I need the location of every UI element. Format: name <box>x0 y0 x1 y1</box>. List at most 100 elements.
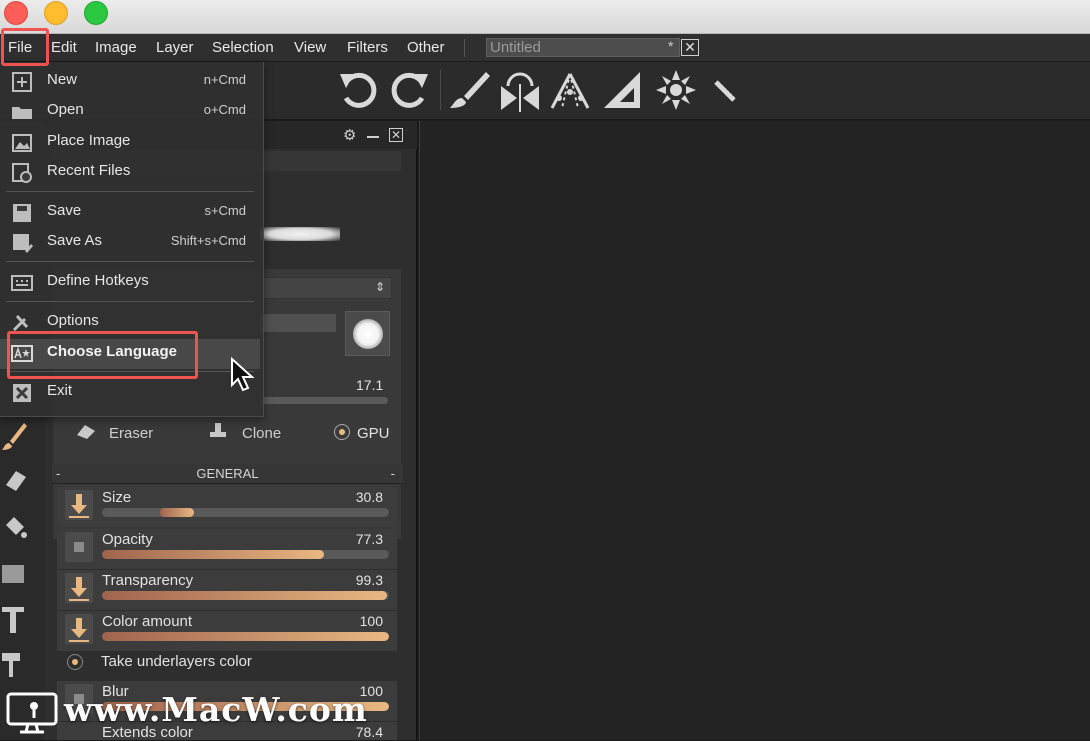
transparency-track[interactable] <box>102 591 389 600</box>
opacity-track[interactable] <box>102 550 389 559</box>
watermark: www.MacW.com <box>0 684 420 740</box>
color-amount-slider-row[interactable]: Color amount 100 <box>57 611 397 651</box>
menu-edit[interactable]: Edit <box>51 39 77 56</box>
opacity-value: 77.3 <box>355 531 383 547</box>
panel-settings-icon[interactable]: ⚙ <box>343 126 356 144</box>
eraser-tool-icon[interactable] <box>2 467 28 493</box>
roller-tool-icon[interactable] <box>0 651 26 679</box>
menu-item-label: Place Image <box>47 132 131 149</box>
canvas-area[interactable] <box>419 121 1090 740</box>
brush-stroke-preview <box>260 227 340 241</box>
general-header-label: GENERAL <box>196 466 259 481</box>
gpu-radio[interactable] <box>334 424 350 440</box>
menu-separator <box>6 261 254 262</box>
file-menu-highlight <box>1 28 49 66</box>
folder-icon <box>12 107 32 119</box>
menu-item-save[interactable]: Save s+Cmd <box>0 198 260 228</box>
size-track[interactable] <box>102 508 389 517</box>
choose-language-highlight <box>7 331 198 379</box>
menu-item-label: Exit <box>47 382 73 399</box>
kaleidoscope-icon[interactable] <box>654 68 698 112</box>
menu-view[interactable]: View <box>294 39 326 56</box>
menu-item-open[interactable]: Open o+Cmd <box>0 97 260 127</box>
eraser-icon <box>77 425 95 439</box>
menu-item-shortcut: Shift+s+Cmd <box>170 233 246 248</box>
menu-image[interactable]: Image <box>95 39 137 56</box>
collapse-left-dash: - <box>56 466 61 481</box>
menu-separator <box>6 301 254 302</box>
menu-item-place-image[interactable]: Place Image <box>0 128 260 158</box>
menu-item-recent-files[interactable]: Recent Files <box>0 158 260 188</box>
color-amount-track[interactable] <box>102 632 389 641</box>
recent-files-icon <box>12 163 32 183</box>
opacity-slider-row[interactable]: Opacity 77.3 <box>57 529 397 569</box>
zoom-window-button[interactable] <box>84 1 108 25</box>
collapse-right-dash: - <box>390 466 395 481</box>
menu-other[interactable]: Other <box>407 39 445 56</box>
size-slider-row[interactable]: Size 30.8 <box>57 487 397 527</box>
brush-size-track[interactable] <box>260 397 388 404</box>
menu-item-new[interactable]: New n+Cmd <box>0 67 260 97</box>
ruler-icon[interactable] <box>704 68 748 112</box>
opacity-toggle-icon[interactable] <box>65 532 93 562</box>
gradient-tool-icon[interactable] <box>0 561 26 587</box>
opacity-label: Opacity <box>102 531 153 548</box>
fill-bucket-tool-icon[interactable] <box>2 513 28 539</box>
clone-stamp-icon <box>210 423 226 437</box>
menu-item-exit[interactable]: Exit <box>0 378 260 408</box>
perspective-icon[interactable] <box>548 68 592 112</box>
toolbar-separator <box>440 70 441 110</box>
panel-close-icon[interactable]: ✕ <box>389 128 403 142</box>
undo-icon[interactable] <box>336 68 380 112</box>
transparency-label: Transparency <box>102 572 194 589</box>
transparency-value: 99.3 <box>355 572 383 588</box>
menubar-divider <box>464 39 465 57</box>
pressure-arrow-icon[interactable] <box>65 614 93 644</box>
pressure-arrow-icon[interactable] <box>65 573 93 603</box>
monitor-logo-icon <box>6 692 58 734</box>
keyboard-icon <box>11 275 33 291</box>
gpu-label: GPU <box>357 425 390 442</box>
general-section-header[interactable]: - GENERAL - <box>52 464 403 484</box>
brush-icon[interactable] <box>448 68 492 112</box>
menu-item-define-hotkeys[interactable]: Define Hotkeys <box>0 268 260 298</box>
menu-selection[interactable]: Selection <box>212 39 274 56</box>
menu-filters[interactable]: Filters <box>347 39 388 56</box>
mouse-cursor-icon <box>231 357 255 392</box>
color-amount-fill <box>102 632 389 641</box>
close-window-button[interactable] <box>4 1 28 25</box>
ruler-triangle-icon[interactable] <box>600 68 644 112</box>
document-modified-indicator: * <box>668 38 674 54</box>
menu-item-save-as[interactable]: Save As Shift+s+Cmd <box>0 228 260 258</box>
close-document-button[interactable]: ✕ <box>681 39 699 56</box>
document-tab[interactable]: Untitled <box>486 38 680 57</box>
wrench-icon <box>12 314 29 332</box>
eraser-toggle[interactable]: Eraser <box>109 425 153 442</box>
redo-icon[interactable] <box>388 68 432 112</box>
panel-minimize-icon[interactable] <box>367 126 379 138</box>
transparency-fill <box>102 591 387 600</box>
brush-size-readout: 17.1 <box>356 377 384 393</box>
symmetry-icon[interactable] <box>498 68 542 112</box>
minimize-window-button[interactable] <box>44 1 68 25</box>
take-underlayers-radio[interactable] <box>67 654 83 670</box>
brush-tool-icon[interactable] <box>2 421 28 451</box>
menu-item-label: Save As <box>47 232 103 249</box>
color-amount-label: Color amount <box>102 613 193 630</box>
brush-name-field[interactable] <box>260 314 336 332</box>
clone-toggle[interactable]: Clone <box>242 425 281 442</box>
brush-preset-select[interactable]: ⇕ <box>260 277 392 299</box>
transparency-slider-row[interactable]: Transparency 99.3 <box>57 570 397 610</box>
menu-item-label: Save <box>47 202 82 219</box>
brush-tip-preview[interactable] <box>345 311 390 356</box>
menu-item-label: Open <box>47 101 84 118</box>
color-amount-value: 100 <box>359 613 383 629</box>
menu-item-shortcut: s+Cmd <box>204 203 246 218</box>
menu-layer[interactable]: Layer <box>156 39 194 56</box>
take-underlayers-label: Take underlayers color <box>101 653 252 670</box>
watermark-text: www.MacW.com <box>64 690 368 729</box>
image-icon <box>12 134 32 152</box>
menu-separator <box>6 191 254 192</box>
pressure-arrow-icon[interactable] <box>65 490 93 520</box>
text-tool-icon[interactable] <box>0 605 26 635</box>
